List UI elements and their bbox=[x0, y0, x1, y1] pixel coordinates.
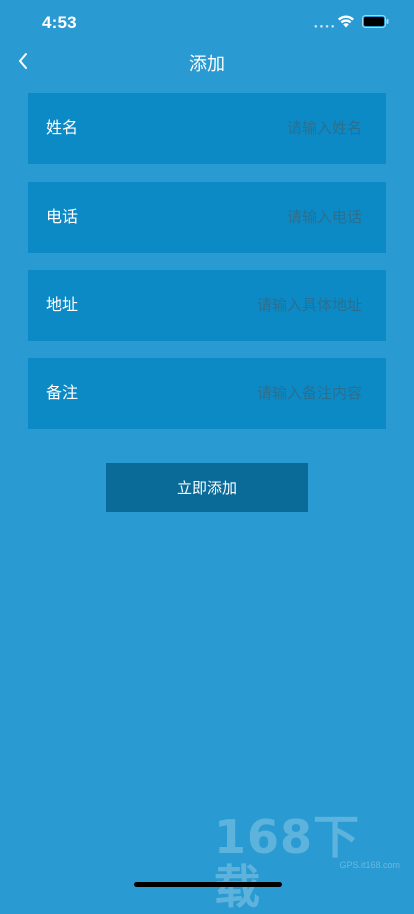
note-input[interactable] bbox=[162, 378, 362, 409]
page-title: 添加 bbox=[189, 54, 225, 74]
address-row[interactable]: 地址 bbox=[28, 270, 386, 341]
battery-icon bbox=[362, 15, 389, 28]
address-input[interactable] bbox=[162, 290, 362, 321]
wifi-icon bbox=[338, 15, 354, 28]
note-label: 备注 bbox=[46, 385, 79, 402]
add-now-button[interactable]: 立即添加 bbox=[106, 463, 308, 512]
note-row[interactable]: 备注 bbox=[28, 358, 386, 429]
name-input[interactable] bbox=[162, 113, 362, 144]
name-row[interactable]: 姓名 bbox=[28, 93, 386, 164]
status-time: 4:53 bbox=[42, 13, 77, 32]
name-label: 姓名 bbox=[46, 120, 79, 137]
phone-label: 电话 bbox=[46, 209, 79, 226]
address-label: 地址 bbox=[46, 297, 79, 314]
phone-row[interactable]: 电话 bbox=[28, 182, 386, 253]
watermark-logo: 168下载 GPS.it168.com bbox=[214, 812, 404, 912]
cellular-signal-icon: ●●●● bbox=[314, 24, 337, 30]
status-bar: 4:53 ●●●● bbox=[0, 0, 414, 44]
navigation-bar: 添加 bbox=[0, 44, 414, 78]
home-indicator[interactable] bbox=[134, 882, 282, 887]
phone-input[interactable] bbox=[162, 202, 362, 233]
watermark-subtext: GPS.it168.com bbox=[339, 860, 400, 870]
